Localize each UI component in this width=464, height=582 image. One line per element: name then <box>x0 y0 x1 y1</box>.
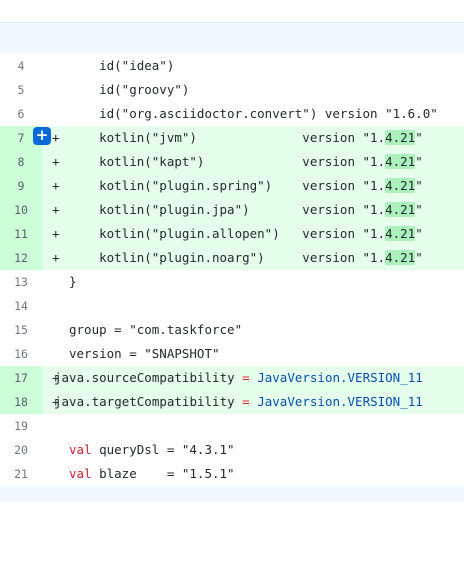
diff-line-added: 11 + kotlin("plugin.allopen") version "1… <box>0 222 464 246</box>
code-segment: " <box>415 178 423 193</box>
code-text: kotlin("kapt") version "1.4.21" <box>69 150 423 174</box>
code-segment: kotlin("plugin.allopen") version "1. <box>69 226 386 241</box>
line-number[interactable]: 19 <box>0 414 42 438</box>
code-segment: kotlin("jvm") version "1. <box>69 130 386 145</box>
plus-icon: + <box>35 126 49 144</box>
line-number[interactable]: 8 <box>0 150 42 174</box>
changed-segment: 4.21 <box>385 130 416 145</box>
constant: JavaVersion.VERSION_11 <box>249 370 423 385</box>
diff-line: 14 <box>0 294 464 318</box>
changed-segment: 4.21 <box>385 226 416 241</box>
line-number[interactable]: 12 <box>0 246 42 270</box>
code-text: id("idea") <box>69 58 175 73</box>
operator: = <box>242 394 250 409</box>
line-number[interactable]: 15 <box>0 318 42 342</box>
diff-view: 4 id("idea") 5 id("groovy") 6 id("org.as… <box>0 54 464 486</box>
line-number[interactable]: 5 <box>0 78 42 102</box>
diff-line-added: 7 + + kotlin("jvm") version "1.4.21" <box>0 126 464 150</box>
diff-line-added: 18 + java.targetCompatibility = JavaVers… <box>0 390 464 414</box>
line-number[interactable]: 18 <box>0 390 42 414</box>
code-text: kotlin("plugin.allopen") version "1.4.21… <box>69 222 423 246</box>
code-text: java.sourceCompatibility = JavaVersion.V… <box>54 366 423 390</box>
keyword: val <box>69 442 92 457</box>
code-segment: " <box>415 250 423 265</box>
code-text: kotlin("plugin.noarg") version "1.4.21" <box>69 246 423 270</box>
code-segment: " <box>415 130 423 145</box>
code-text: java.targetCompatibility = JavaVersion.V… <box>54 390 423 414</box>
code-text: group = "com.taskforce" <box>69 322 243 337</box>
code-text: version = "SNAPSHOT" <box>69 346 220 361</box>
code-segment: kotlin("kapt") version "1. <box>69 154 386 169</box>
code-text: id("groovy") <box>69 82 190 97</box>
code-segment: " <box>415 154 423 169</box>
diff-sign: + <box>52 178 60 193</box>
line-number[interactable]: 14 <box>0 294 42 318</box>
line-number[interactable]: 13 <box>0 270 42 294</box>
hunk-expander[interactable] <box>0 23 464 53</box>
code-segment: kotlin("plugin.spring") version "1. <box>69 178 386 193</box>
keyword: val <box>69 466 92 481</box>
line-number[interactable]: 9 <box>0 174 42 198</box>
changed-segment: 4.21 <box>385 202 416 217</box>
constant: JavaVersion.VERSION_11 <box>249 394 423 409</box>
code-segment: kotlin("plugin.noarg") version "1. <box>69 250 386 265</box>
code-text: } <box>69 274 77 289</box>
line-number[interactable]: 6 <box>0 102 42 126</box>
diff-line: 5 id("groovy") <box>0 78 464 102</box>
code-text: kotlin("plugin.jpa") version "1.4.21" <box>69 198 423 222</box>
changed-segment: 4.21 <box>385 250 416 265</box>
diff-line: 15 group = "com.taskforce" <box>0 318 464 342</box>
code-segment: blaze = "1.5.1" <box>91 466 235 481</box>
diff-line: 6 id("org.asciidoctor.convert") version … <box>0 102 464 126</box>
diff-line-added: 17 + java.sourceCompatibility = JavaVers… <box>0 366 464 390</box>
line-number[interactable]: 10 <box>0 198 42 222</box>
diff-line-added: 8 + kotlin("kapt") version "1.4.21" <box>0 150 464 174</box>
line-number[interactable]: 20 <box>0 438 42 462</box>
code-segment: java.targetCompatibility <box>54 394 243 409</box>
code-text: id("org.asciidoctor.convert") version "1… <box>69 106 438 121</box>
code-segment: java.sourceCompatibility <box>54 370 243 385</box>
operator: = <box>242 370 250 385</box>
diff-sign: + <box>52 250 60 265</box>
diff-sign: + <box>52 154 60 169</box>
line-number[interactable]: 17 <box>0 366 42 390</box>
diff-sign: + <box>52 226 60 241</box>
file-header-bar <box>0 0 464 23</box>
diff-line: 13 } <box>0 270 464 294</box>
code-segment: kotlin("plugin.jpa") version "1. <box>69 202 386 217</box>
changed-segment: 4.21 <box>385 154 416 169</box>
code-segment: " <box>415 202 423 217</box>
diff-line: 4 id("idea") <box>0 54 464 78</box>
code-segment: " <box>415 226 423 241</box>
code-text: val blaze = "1.5.1" <box>69 462 235 486</box>
diff-line: 21 val blaze = "1.5.1" <box>0 462 464 486</box>
add-comment-button[interactable]: + <box>33 127 51 145</box>
hunk-expander-bottom[interactable] <box>0 486 464 502</box>
code-text: val queryDsl = "4.3.1" <box>69 438 235 462</box>
diff-line: 16 version = "SNAPSHOT" <box>0 342 464 366</box>
diff-line-added: 10 + kotlin("plugin.jpa") version "1.4.2… <box>0 198 464 222</box>
diff-line-added: 9 + kotlin("plugin.spring") version "1.4… <box>0 174 464 198</box>
code-text: kotlin("jvm") version "1.4.21" <box>69 126 423 150</box>
code-text: kotlin("plugin.spring") version "1.4.21" <box>69 174 423 198</box>
diff-line-added: 12 + kotlin("plugin.noarg") version "1.4… <box>0 246 464 270</box>
line-number[interactable]: 21 <box>0 462 42 486</box>
changed-segment: 4.21 <box>385 178 416 193</box>
diff-line: 20 val queryDsl = "4.3.1" <box>0 438 464 462</box>
line-number[interactable]: 16 <box>0 342 42 366</box>
line-number[interactable]: 11 <box>0 222 42 246</box>
code-segment: queryDsl = "4.3.1" <box>91 442 235 457</box>
diff-sign: + <box>52 130 60 145</box>
line-number[interactable]: 4 <box>0 54 42 78</box>
diff-line: 19 <box>0 414 464 438</box>
diff-sign: + <box>52 202 60 217</box>
